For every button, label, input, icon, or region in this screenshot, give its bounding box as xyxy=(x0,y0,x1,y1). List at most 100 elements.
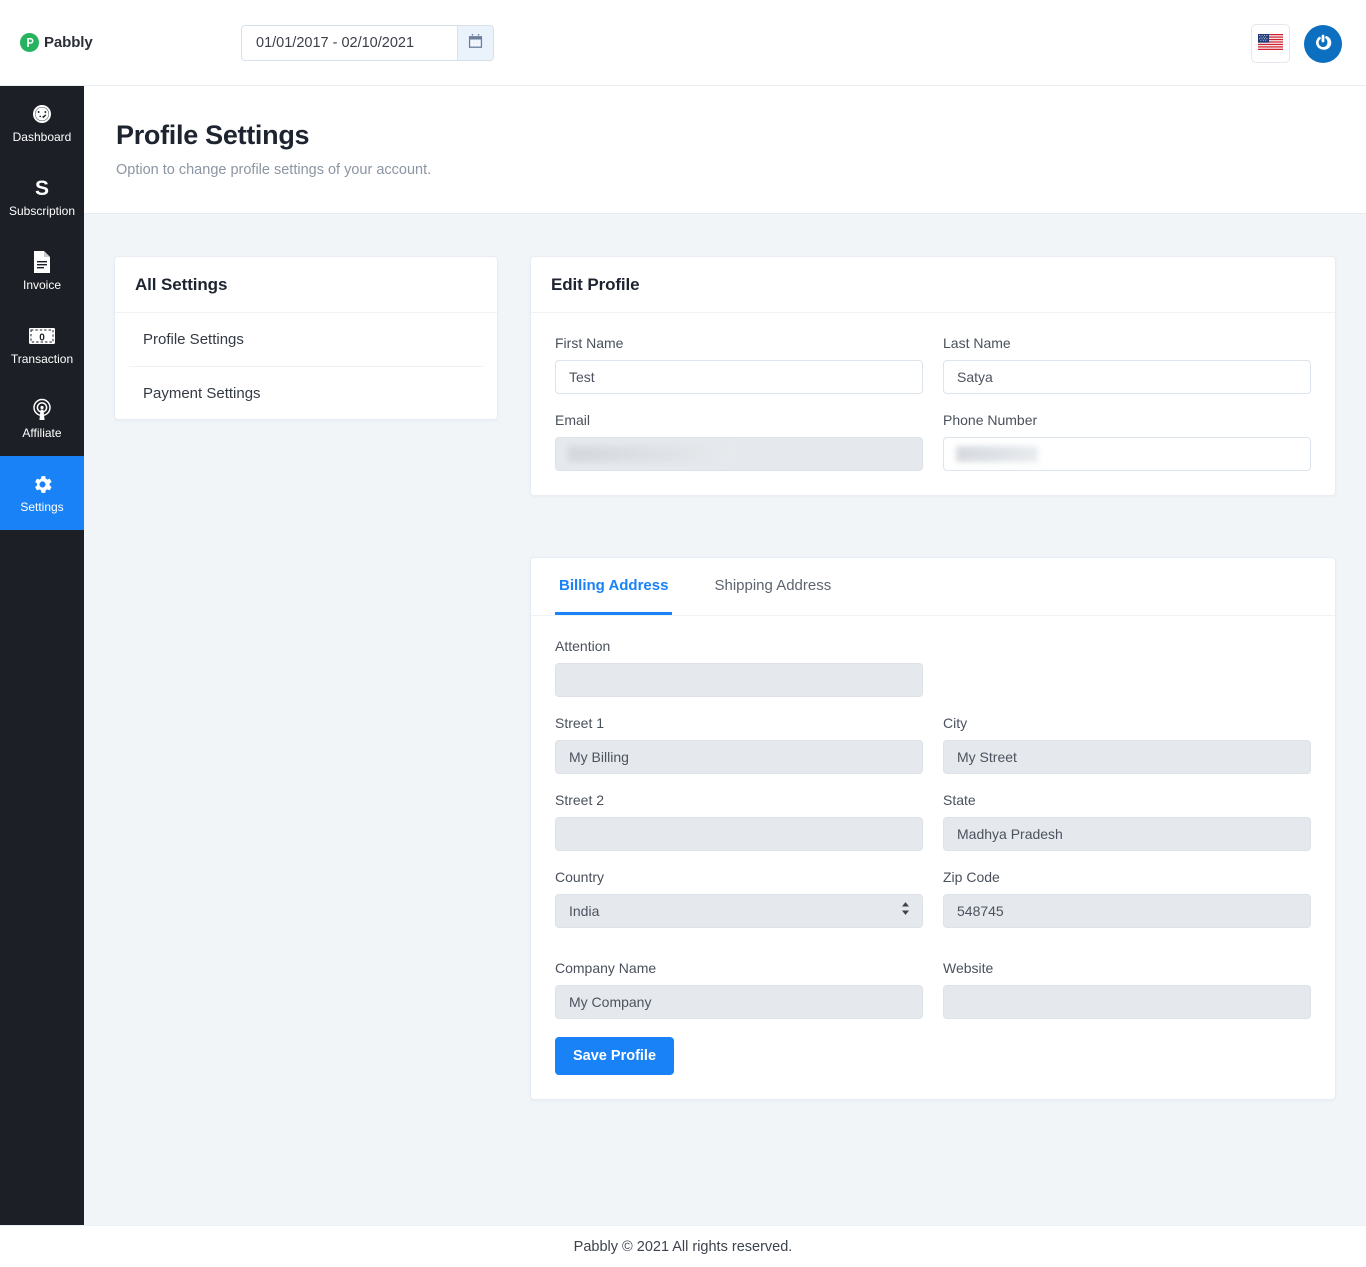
street2-input[interactable] xyxy=(555,817,923,851)
sidebar-item-label: Transaction xyxy=(10,352,74,366)
attention-spacer xyxy=(943,638,1311,715)
street1-label: Street 1 xyxy=(555,715,605,731)
footer: Pabbly © 2021 All rights reserved. xyxy=(0,1225,1366,1267)
website-group: Website xyxy=(943,960,1311,1019)
broadcast-icon xyxy=(30,398,54,421)
account-button[interactable] xyxy=(1304,24,1342,63)
zip-label: Zip Code xyxy=(943,869,1000,885)
last-name-group: Last Name xyxy=(943,335,1311,394)
address-card: Billing Address Shipping Address Attenti… xyxy=(530,557,1336,1100)
attention-row: Attention xyxy=(555,638,1311,715)
language-button[interactable] xyxy=(1251,24,1290,63)
settings-item-label: Payment Settings xyxy=(143,384,261,402)
gear-icon xyxy=(31,473,54,495)
brand-logo[interactable]: Pabbly xyxy=(20,33,93,52)
edit-profile-title: Edit Profile xyxy=(551,274,640,294)
first-name-group: First Name xyxy=(555,335,923,394)
website-input[interactable] xyxy=(943,985,1311,1019)
page-subtitle: Option to change profile settings of you… xyxy=(116,162,432,178)
website-label: Website xyxy=(943,960,994,976)
edit-profile-body: First Name Last Name Email Phon xyxy=(531,313,1335,495)
power-account-icon xyxy=(1311,30,1335,57)
street2-label: Street 2 xyxy=(555,792,605,808)
calendar-button[interactable] xyxy=(457,26,493,60)
letter-s-icon: S xyxy=(30,177,54,200)
sidebar-item-transaction[interactable]: 0 Transaction xyxy=(0,308,84,382)
all-settings-card: All Settings Profile Settings Payment Se… xyxy=(114,256,498,420)
zip-group: Zip Code xyxy=(943,869,1311,928)
zip-input[interactable] xyxy=(943,894,1311,928)
country-zip-row: Country Zip Code xyxy=(555,869,1311,946)
pabbly-logo-icon xyxy=(20,33,39,52)
email-label: Email xyxy=(555,412,591,428)
all-settings-title: All Settings xyxy=(135,274,228,294)
email-field-wrap xyxy=(555,437,923,471)
first-name-label: First Name xyxy=(555,335,624,351)
settings-item-payment-settings[interactable]: Payment Settings xyxy=(129,366,483,419)
state-input[interactable] xyxy=(943,817,1311,851)
company-group: Company Name xyxy=(555,960,923,1019)
sidebar-item-label: Settings xyxy=(20,500,64,514)
date-range-input[interactable] xyxy=(242,26,457,60)
city-group: City xyxy=(943,715,1311,774)
page-title: Profile Settings xyxy=(116,120,310,150)
company-input[interactable] xyxy=(555,985,923,1019)
street1-group: Street 1 xyxy=(555,715,923,774)
sidebar-item-label: Affiliate xyxy=(22,426,62,440)
sidebar-item-affiliate[interactable]: Affiliate xyxy=(0,382,84,456)
country-group: Country xyxy=(555,869,923,928)
name-row: First Name Last Name xyxy=(555,335,1311,412)
main-content: All Settings Profile Settings Payment Se… xyxy=(84,214,1366,1225)
edit-profile-card: Edit Profile First Name Last Name Email xyxy=(530,256,1336,496)
first-name-input[interactable] xyxy=(555,360,923,394)
tab-shipping-address[interactable]: Shipping Address xyxy=(710,558,835,615)
city-input[interactable] xyxy=(943,740,1311,774)
phone-group: Phone Number xyxy=(943,412,1311,471)
street2-group: Street 2 xyxy=(555,792,923,851)
street2-state-row: Street 2 State xyxy=(555,792,1311,869)
country-select-wrap xyxy=(555,894,923,928)
footer-text: Pabbly © 2021 All rights reserved. xyxy=(573,1238,793,1255)
tab-label: Billing Address xyxy=(559,576,669,594)
sidebar-item-dashboard[interactable]: Dashboard xyxy=(0,86,84,160)
sidebar: Dashboard S Subscription Invoice 0 Trans… xyxy=(0,86,84,1225)
sidebar-item-label: Dashboard xyxy=(12,130,72,144)
company-website-row: Company Name Website xyxy=(555,960,1311,1037)
last-name-label: Last Name xyxy=(943,335,1011,351)
contact-row: Email Phone Number xyxy=(555,412,1311,471)
date-range-picker[interactable] xyxy=(241,25,494,61)
document-icon xyxy=(31,251,53,273)
banknote-icon: 0 xyxy=(28,325,56,347)
top-bar-actions xyxy=(1251,24,1342,63)
all-settings-list: Profile Settings Payment Settings xyxy=(115,313,497,419)
city-label: City xyxy=(943,715,968,731)
tab-label: Shipping Address xyxy=(714,576,832,594)
top-bar: Pabbly xyxy=(0,0,1366,86)
last-name-input[interactable] xyxy=(943,360,1311,394)
sidebar-item-settings[interactable]: Settings xyxy=(0,456,84,530)
country-label: Country xyxy=(555,869,605,885)
phone-field-wrap xyxy=(943,437,1311,471)
brand-name: Pabbly xyxy=(44,34,93,51)
speedometer-icon xyxy=(30,103,54,125)
sidebar-item-label: Subscription xyxy=(8,204,76,218)
sidebar-item-subscription[interactable]: S Subscription xyxy=(0,160,84,234)
svg-text:0: 0 xyxy=(39,333,45,344)
page-header: Profile Settings Option to change profil… xyxy=(84,86,1366,214)
settings-item-label: Profile Settings xyxy=(143,331,244,348)
sidebar-item-invoice[interactable]: Invoice xyxy=(0,234,84,308)
attention-label: Attention xyxy=(555,638,611,654)
calendar-icon xyxy=(468,34,483,52)
all-settings-header: All Settings xyxy=(115,257,497,313)
tab-billing-address[interactable]: Billing Address xyxy=(555,558,673,615)
attention-input[interactable] xyxy=(555,663,923,697)
save-profile-button[interactable]: Save Profile xyxy=(555,1037,675,1075)
attention-group: Attention xyxy=(555,638,923,697)
company-label: Company Name xyxy=(555,960,657,976)
settings-item-profile-settings[interactable]: Profile Settings xyxy=(129,313,483,366)
phone-label: Phone Number xyxy=(943,412,1038,428)
country-select[interactable] xyxy=(555,894,923,928)
street1-input[interactable] xyxy=(555,740,923,774)
email-redaction xyxy=(568,446,736,462)
address-tabs: Billing Address Shipping Address xyxy=(531,558,1335,616)
